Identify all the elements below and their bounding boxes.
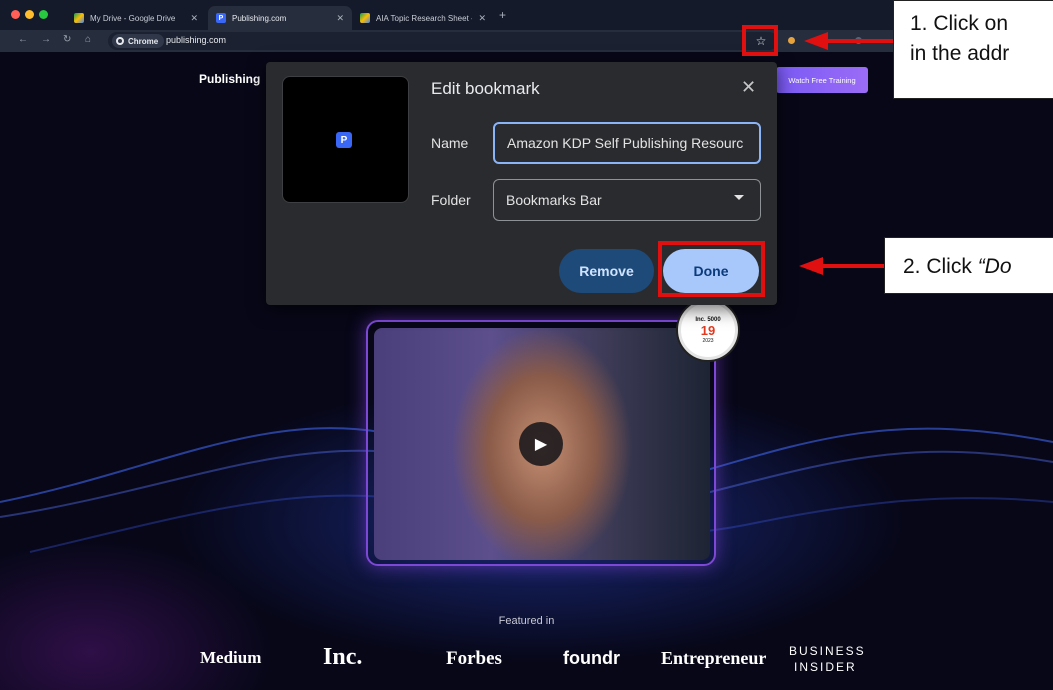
inc-logo: Inc. bbox=[323, 644, 363, 670]
name-label: Name bbox=[431, 135, 469, 151]
step1-callout: 1. Click on in the addr bbox=[893, 0, 1053, 99]
step1-line2: in the addr bbox=[910, 42, 1010, 65]
badge-line-3: 2023 bbox=[702, 337, 714, 344]
folder-select[interactable]: Bookmarks Bar bbox=[493, 179, 761, 221]
close-tab-icon[interactable]: ✕ bbox=[190, 13, 198, 24]
extension-icon[interactable] bbox=[788, 37, 795, 44]
back-arrow-icon[interactable]: ← bbox=[18, 34, 28, 45]
medium-logo: Medium bbox=[200, 648, 262, 667]
remove-button[interactable]: Remove bbox=[559, 249, 654, 293]
step2-prefix: 2. Click bbox=[903, 255, 978, 278]
done-highlight-box bbox=[658, 241, 765, 297]
arrow-to-star bbox=[826, 39, 896, 43]
reload-icon[interactable]: ↻ bbox=[63, 34, 71, 45]
dialog-title: Edit bookmark bbox=[431, 79, 540, 98]
chrome-logo-icon bbox=[116, 37, 124, 45]
arrow-head-icon bbox=[804, 32, 828, 50]
home-icon[interactable]: ⌂ bbox=[85, 34, 91, 45]
address-bar[interactable]: Chrome publishing.com bbox=[108, 32, 778, 50]
close-tab-icon[interactable]: ✕ bbox=[336, 13, 344, 24]
tab-google-drive[interactable]: My Drive - Google Drive ✕ bbox=[66, 6, 206, 30]
step2-emphasis: “Do bbox=[977, 255, 1012, 278]
forbes-logo: Forbes bbox=[446, 648, 502, 669]
star-highlight-box bbox=[742, 25, 778, 56]
publishing-favicon: P bbox=[216, 13, 226, 23]
featured-in-label: Featured in bbox=[498, 615, 555, 627]
close-tab-icon[interactable]: ✕ bbox=[478, 13, 486, 24]
publishing-favicon: P bbox=[336, 132, 352, 148]
chevron-down-icon[interactable] bbox=[734, 195, 744, 200]
bookmark-name-input[interactable]: Amazon KDP Self Publishing Resourc bbox=[493, 122, 761, 164]
close-icon[interactable]: ✕ bbox=[741, 77, 756, 98]
forward-arrow-icon[interactable]: → bbox=[41, 34, 51, 45]
inc5000-badge: Inc. 5000 19 2023 bbox=[678, 300, 738, 360]
tab-publishing[interactable]: P Publishing.com ✕ bbox=[208, 6, 352, 30]
business-insider-logo-line2: INSIDER bbox=[794, 660, 857, 674]
new-tab-plus-icon[interactable]: + bbox=[499, 8, 506, 22]
badge-line-2: 19 bbox=[700, 322, 716, 338]
google-sheets-icon bbox=[360, 13, 370, 23]
foundr-logo: foundr bbox=[563, 648, 620, 668]
chip-label: Chrome bbox=[128, 36, 159, 46]
tab-title: My Drive - Google Drive bbox=[90, 13, 176, 23]
step1-line1: 1. Click on bbox=[910, 12, 1009, 35]
folder-label: Folder bbox=[431, 192, 471, 208]
tab-title: AIA Topic Research Sheet - M bbox=[376, 13, 473, 23]
bookmark-thumbnail: P bbox=[282, 76, 409, 203]
arrow-head-icon bbox=[799, 257, 823, 275]
maximize-window-icon[interactable] bbox=[39, 10, 48, 19]
tab-aia-research-sheet[interactable]: AIA Topic Research Sheet - M ✕ bbox=[352, 6, 494, 30]
watch-free-training-button[interactable]: Watch Free Training bbox=[776, 67, 868, 93]
arrow-to-done bbox=[822, 264, 884, 268]
entrepreneur-logo: Entrepreneur bbox=[661, 648, 767, 668]
google-drive-icon bbox=[74, 13, 84, 23]
chrome-site-chip[interactable]: Chrome bbox=[112, 34, 165, 48]
step2-callout: 2. Click “Do bbox=[884, 237, 1053, 294]
url-text[interactable]: publishing.com bbox=[166, 35, 226, 45]
close-window-icon[interactable] bbox=[11, 10, 20, 19]
minimize-window-icon[interactable] bbox=[25, 10, 34, 19]
business-insider-logo-line1: BUSINESS bbox=[789, 644, 866, 658]
tab-title: Publishing.com bbox=[232, 13, 287, 23]
site-logo-text[interactable]: Publishing bbox=[199, 72, 260, 86]
play-video-button[interactable]: ▶ bbox=[519, 422, 563, 466]
